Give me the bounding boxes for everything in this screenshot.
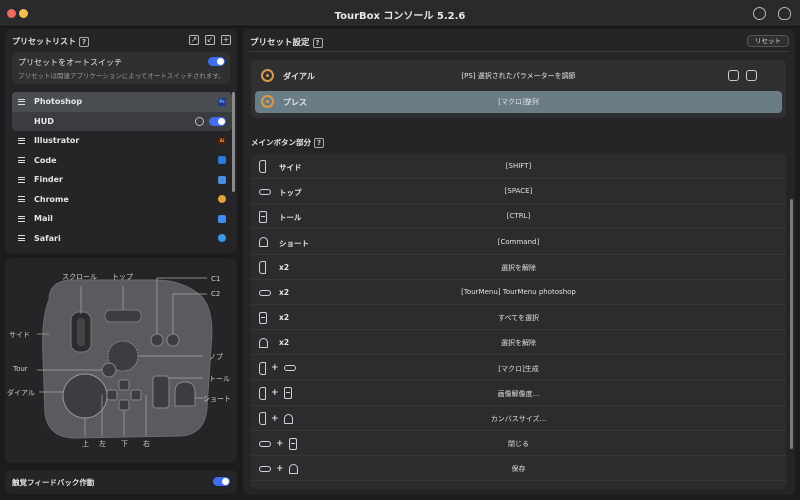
preset-item-illustrator[interactable]: Illustrator Ai xyxy=(12,131,232,151)
device-label-tour: Tour xyxy=(13,365,28,373)
device-label-up: 上 xyxy=(82,440,89,448)
window-title: TourBox コンソール 5.2.6 xyxy=(334,11,466,22)
device-label-top: トップ xyxy=(112,273,133,281)
tourbox-device-diagram xyxy=(37,277,213,439)
hud-settings-gear-icon[interactable] xyxy=(195,116,204,126)
preset-item-chrome[interactable]: Chrome xyxy=(12,190,232,210)
menu-icon xyxy=(18,157,25,164)
device-label-scroll: スクロール xyxy=(62,273,97,281)
button-mapping-row[interactable]: + 画像解像度... xyxy=(251,381,786,406)
import-icon[interactable]: ↙ xyxy=(205,35,215,45)
button-mapping-row[interactable]: x2 [TourMenu] TourMenu photoshop xyxy=(251,280,786,305)
dial-direction-icon[interactable] xyxy=(728,70,739,81)
button-action: 選択を解除 xyxy=(501,339,536,348)
auto-switch-title: プリセットをオートスイッチ xyxy=(18,58,122,67)
device-label-left: 左 xyxy=(99,440,106,448)
haptic-feedback-row: 触覚フィードバック作動 xyxy=(5,470,237,494)
auto-switch-card: プリセットをオートスイッチ プリセットは関連アプリケーションによってオートスイッ… xyxy=(12,52,230,84)
button-action: カンバスサイズ... xyxy=(490,415,547,423)
device-label-down: 下 xyxy=(121,440,128,448)
chrome-app-icon xyxy=(218,195,226,204)
button-action: 閉じる xyxy=(508,440,529,449)
menu-icon xyxy=(18,215,25,222)
hud-toggle[interactable] xyxy=(209,116,226,126)
dial-settings-box: ダイアル [PS] 選択されたパラメーターを調節 プレス [マクロ]整列 xyxy=(251,60,786,118)
haptic-feedback-toggle[interactable] xyxy=(213,477,230,486)
button-mapping-row[interactable]: ショート [Command] xyxy=(251,230,786,255)
preset-item-safari[interactable]: Safari xyxy=(12,229,232,249)
button-action: [Command] xyxy=(497,237,540,246)
finder-app-icon xyxy=(218,175,226,184)
device-diagram-panel: スクロール トップ C1 C2 サイド ノブ Tour トール ダイアル ショー… xyxy=(5,258,237,463)
device-label-c2: C2 xyxy=(211,290,221,298)
press-row[interactable]: プレス [マクロ]整列 xyxy=(255,91,782,113)
button-mapping-row[interactable]: + [マクロ]生成 xyxy=(251,356,786,381)
add-preset-icon[interactable]: + xyxy=(221,35,231,45)
device-label-side: サイド xyxy=(9,331,30,339)
preset-list-title: プリセットリスト xyxy=(12,37,76,46)
auto-switch-toggle[interactable] xyxy=(208,57,225,66)
menu-icon xyxy=(18,235,25,242)
button-action: [SPACE] xyxy=(504,187,533,196)
menu-icon xyxy=(18,98,25,105)
settings-scrollbar[interactable] xyxy=(790,199,793,449)
preset-item-hud[interactable]: HUD xyxy=(12,111,232,131)
button-mapping-row[interactable]: サイド [SHIFT] xyxy=(251,154,786,179)
device-label-tall: トール xyxy=(209,375,230,383)
mail-app-icon xyxy=(218,214,226,223)
vscode-app-icon xyxy=(218,156,226,165)
button-mapping-row[interactable]: + カンバスサイズ... xyxy=(251,406,786,431)
preset-item-photoshop[interactable]: Photoshop Ps xyxy=(12,92,232,112)
lightbulb-icon[interactable] xyxy=(778,7,791,20)
button-action: [CTRL] xyxy=(506,212,531,221)
preset-item-finder[interactable]: Finder xyxy=(12,170,232,190)
preset-item-mail[interactable]: Mail xyxy=(12,209,232,229)
safari-app-icon xyxy=(218,234,226,243)
photoshop-app-icon: Ps xyxy=(218,97,226,106)
device-label-knob: ノブ xyxy=(209,353,223,361)
button-mapping-row[interactable]: x2 すべてを選択 xyxy=(251,305,786,331)
menu-icon xyxy=(18,176,25,183)
button-mapping-row[interactable]: + 保存 xyxy=(251,456,786,482)
button-action: [マクロ]生成 xyxy=(498,364,539,373)
preset-item-code[interactable]: Code xyxy=(12,151,232,171)
button-action: [SHIFT] xyxy=(505,162,532,170)
preset-list-scrollbar[interactable] xyxy=(232,92,235,192)
button-action: 保存 xyxy=(511,465,526,474)
haptic-feedback-label: 触覚フィードバック作動 xyxy=(12,478,95,487)
button-mapping-row[interactable]: x2 選択を解除 xyxy=(251,330,786,356)
preset-settings-panel: プリセット設定? リセット ダイアル [PS] 選択されたパラメーターを調節 プ… xyxy=(243,29,795,495)
preset-settings-title: プリセット設定 xyxy=(250,38,310,48)
reset-button[interactable]: リセット xyxy=(747,35,789,47)
preset-list: Photoshop Ps HUD Illustrator Ai Code Fin… xyxy=(12,92,232,248)
dial-row[interactable]: ダイアル [PS] 選択されたパラメーターを調節 xyxy=(255,65,782,87)
button-mapping-row[interactable]: トップ [SPACE] xyxy=(251,179,786,205)
auto-switch-description: プリセットは関連アプリケーションによってオートスイッチされます。 xyxy=(18,72,225,80)
illustrator-app-icon: Ai xyxy=(218,136,226,145)
button-action: [TourMenu] TourMenu photoshop xyxy=(461,288,576,296)
device-label-short: ショート xyxy=(203,395,231,403)
button-action: 選択を解除 xyxy=(501,263,536,272)
button-action: 画像解像度... xyxy=(497,389,540,398)
device-label-dial: ダイアル xyxy=(7,389,35,397)
button-mapping-row[interactable]: + 閉じる xyxy=(251,431,786,457)
button-mapping-row[interactable]: トール [CTRL] xyxy=(251,204,786,230)
export-icon[interactable]: ↗ xyxy=(189,35,199,45)
main-buttons-title: メインボタン部分 xyxy=(251,138,311,147)
menu-icon xyxy=(18,196,25,203)
button-mapping-row[interactable]: x2 選択を解除 xyxy=(251,255,786,280)
help-icon[interactable]: ? xyxy=(79,36,89,47)
button-action: すべてを選択 xyxy=(497,314,540,323)
divider xyxy=(249,51,789,52)
help-icon[interactable]: ? xyxy=(312,37,323,48)
help-icon[interactable]: ? xyxy=(314,138,324,148)
device-label-right: 右 xyxy=(143,440,150,448)
title-bar: TourBox コンソール 5.2.6 xyxy=(0,0,800,27)
main-buttons-list: サイド [SHIFT] トップ [SPACE] トール [CTRL] ショート [Comman… xyxy=(251,154,786,489)
settings-gear-icon[interactable] xyxy=(753,7,766,20)
menu-icon xyxy=(18,137,25,144)
dial-settings-icon[interactable] xyxy=(746,70,757,81)
device-label-c1: C1 xyxy=(211,275,221,283)
